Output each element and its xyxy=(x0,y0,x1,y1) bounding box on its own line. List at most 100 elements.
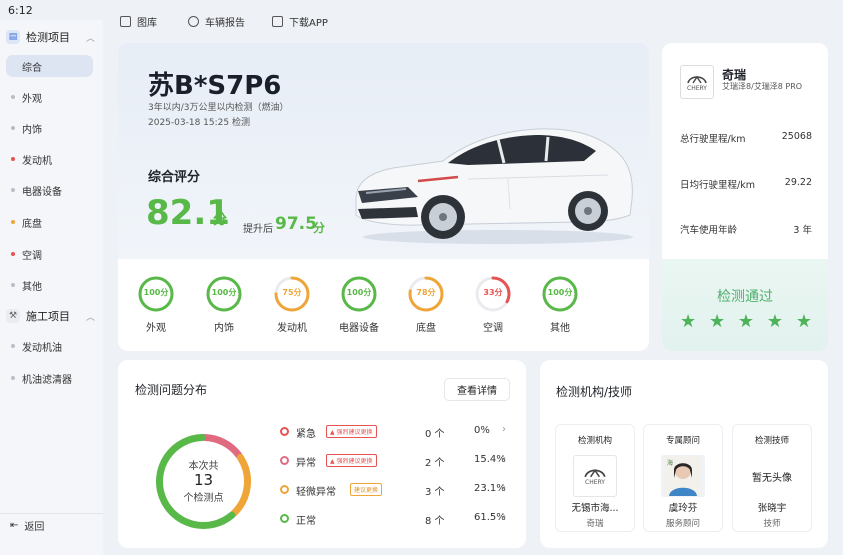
status-dot xyxy=(11,283,15,287)
back-label: 返回 xyxy=(24,522,45,533)
car-image xyxy=(355,128,633,244)
sidebar-item-oil-filter[interactable]: 机油滤清器 xyxy=(6,367,93,389)
status-dot xyxy=(11,126,15,130)
issue-distribution-card: 检测问题分布 查看详情 本次共 13 个检测点 紧急 ▲ 强烈建议更换 0 个 … xyxy=(118,360,526,548)
gauge-0[interactable]: 100分外观 xyxy=(134,275,178,334)
sidebar-item-label: 机油滤清器 xyxy=(22,374,72,386)
issue-percent: 15.4% xyxy=(474,454,506,465)
sidebar-item-chassis[interactable]: 底盘 xyxy=(6,211,93,233)
report-link[interactable]: 车辆报告 xyxy=(188,14,245,29)
sidebar-item-engine[interactable]: 发动机 xyxy=(6,148,93,170)
severity-dot xyxy=(280,514,289,523)
severity-label: 紧急 xyxy=(296,429,316,440)
sidebar-item-electrical[interactable]: 电器设备 xyxy=(6,179,93,201)
donut-caption-top: 本次共 xyxy=(188,461,219,472)
sidebar: ▤ 检测项目 ︿ 综合 外观 内饰 发动机 电器设备 底盘 空调 其他 ⚒ 施工… xyxy=(0,20,103,555)
issue-row-abnormal[interactable]: 异常 ▲ 强烈建议更换 2 个 15.4% › xyxy=(280,453,510,469)
gauge-6[interactable]: 100分其他 xyxy=(538,275,582,334)
severity-label: 正常 xyxy=(296,516,316,527)
issue-count: 8 个 xyxy=(425,516,445,527)
gauge-5[interactable]: 33分 空调 xyxy=(471,275,515,334)
gauge-ring: 100分 xyxy=(541,275,579,313)
gauge-value: 100分 xyxy=(143,288,169,297)
back-button[interactable]: ⇤ 返回 xyxy=(10,518,44,533)
gallery-link[interactable]: 图库 xyxy=(120,14,157,29)
warning-icon: ▲ xyxy=(330,429,335,436)
gauge-4[interactable]: 78分 底盘 xyxy=(404,275,448,334)
donut-total: 13 xyxy=(193,471,214,489)
chevron-right-icon: › xyxy=(502,424,506,435)
image-icon xyxy=(120,16,131,27)
sidebar-section-label: 施工项目 xyxy=(26,310,70,323)
status-dot xyxy=(11,157,15,161)
technician-name: 张晓宇 xyxy=(757,503,787,514)
donut-segment xyxy=(201,434,243,460)
sidebar-section-construction[interactable]: ⚒ 施工项目 ︿ xyxy=(6,307,95,325)
sidebar-item-label: 发动机 xyxy=(22,155,52,167)
sidebar-item-label: 其他 xyxy=(22,281,42,293)
gauge-label: 内饰 xyxy=(214,323,234,334)
advisor-card[interactable]: 专属顾问 海 虞玲芬 服务顾问 xyxy=(643,424,723,532)
row-value: 25068 xyxy=(781,131,812,142)
score-card: 苏B*S7P6 3年以内/3万公里以内检测（燃油） 2025-03-18 15:… xyxy=(118,43,649,351)
sidebar-item-ac[interactable]: 空调 xyxy=(6,243,93,265)
technician-card[interactable]: 检测技师 暂无头像 张晓宇 技师 xyxy=(732,424,812,532)
sidebar-section-inspection[interactable]: ▤ 检测项目 ︿ xyxy=(6,28,95,46)
sidebar-item-other[interactable]: 其他 xyxy=(6,274,93,296)
chery-logo: CHERY xyxy=(680,65,714,99)
daily-mileage-row: 日均行驶里程/km 29.22 xyxy=(680,177,812,191)
tag-text: 强烈建议更换 xyxy=(336,429,373,436)
issue-percent: 0% xyxy=(474,425,490,436)
vehicle-info-card: CHERY 奇瑞 艾瑞泽8/艾瑞泽8 PRO 总行驶里程/km 25068 日均… xyxy=(662,43,828,351)
severity-label: 异常 xyxy=(296,458,316,469)
sidebar-item-interior[interactable]: 内饰 xyxy=(6,117,93,139)
sidebar-item-label: 内饰 xyxy=(22,124,42,136)
gauge-ring: 78分 xyxy=(407,275,445,313)
star-icon: ★ xyxy=(680,311,697,332)
sidebar-item-exterior[interactable]: 外观 xyxy=(6,86,93,108)
severity-label: 轻微异常 xyxy=(296,487,336,498)
issue-row-urgent[interactable]: 紧急 ▲ 强烈建议更换 0 个 0% › xyxy=(280,424,510,440)
download-app-link[interactable]: 下载APP xyxy=(272,14,328,29)
gauge-label: 电器设备 xyxy=(339,323,379,334)
gauge-label: 发动机 xyxy=(277,323,307,334)
advisor-avatar: 海 xyxy=(661,455,705,497)
issue-row-minor[interactable]: 轻微异常 建议更换 3 个 23.1% › xyxy=(280,482,510,498)
status-time: 6:12 xyxy=(8,4,33,17)
donut-caption-bottom: 个检测点 xyxy=(183,493,224,504)
row-value: 29.22 xyxy=(784,177,812,188)
star-icon: ★ xyxy=(766,311,783,332)
sidebar-item-label: 综合 xyxy=(22,62,42,74)
wrench-icon: ⚒ xyxy=(6,309,20,323)
rating-stars: ★ ★ ★ ★ ★ xyxy=(680,311,812,332)
inspection-staff-card: 检测机构/技师 检测机构 CHERY 无锡市海... 奇瑞 专属顾问 海 虞玲芬… xyxy=(540,360,828,548)
gauge-1[interactable]: 100分 内饰 xyxy=(202,275,246,334)
institution-card[interactable]: 检测机构 CHERY 无锡市海... 奇瑞 xyxy=(555,424,635,532)
star-icon: ★ xyxy=(708,311,726,332)
gauge-label: 其他 xyxy=(550,323,570,334)
gauge-3[interactable]: 100分电器设备 xyxy=(337,275,381,334)
chevron-up-icon: ︿ xyxy=(86,312,96,323)
sidebar-item-label: 底盘 xyxy=(22,218,42,230)
sidebar-item-engine-oil[interactable]: 发动机油 xyxy=(6,335,93,357)
sidebar-section-label: 检测项目 xyxy=(26,31,70,44)
sidebar-item-overall[interactable]: 综合 xyxy=(6,55,93,77)
gauge-value: 78分 xyxy=(416,288,436,297)
status-dot xyxy=(11,95,15,99)
gauge-value: 100分 xyxy=(346,288,372,297)
sidebar-item-label: 外观 xyxy=(22,93,42,105)
model-name: 艾瑞泽8/艾瑞泽8 PRO xyxy=(722,82,803,91)
gauge-2[interactable]: 75分 发动机 xyxy=(270,275,314,334)
view-details-button[interactable]: 查看详情 xyxy=(444,378,510,401)
gallery-label: 图库 xyxy=(137,18,157,29)
chery-emblem-icon xyxy=(687,75,707,83)
recommendation-tag: 建议更换 xyxy=(350,483,383,496)
issue-row-normal[interactable]: 正常 8 个 61.5% › xyxy=(280,511,510,527)
gauge-label: 外观 xyxy=(146,323,166,334)
tag-text: 强烈建议更换 xyxy=(336,458,373,465)
person-avatar-icon: 海 xyxy=(664,456,702,496)
status-dot xyxy=(11,344,15,348)
chevron-right-icon: › xyxy=(502,482,506,493)
gauge-ring: 100分 xyxy=(340,275,378,313)
download-label: 下载APP xyxy=(289,18,328,29)
